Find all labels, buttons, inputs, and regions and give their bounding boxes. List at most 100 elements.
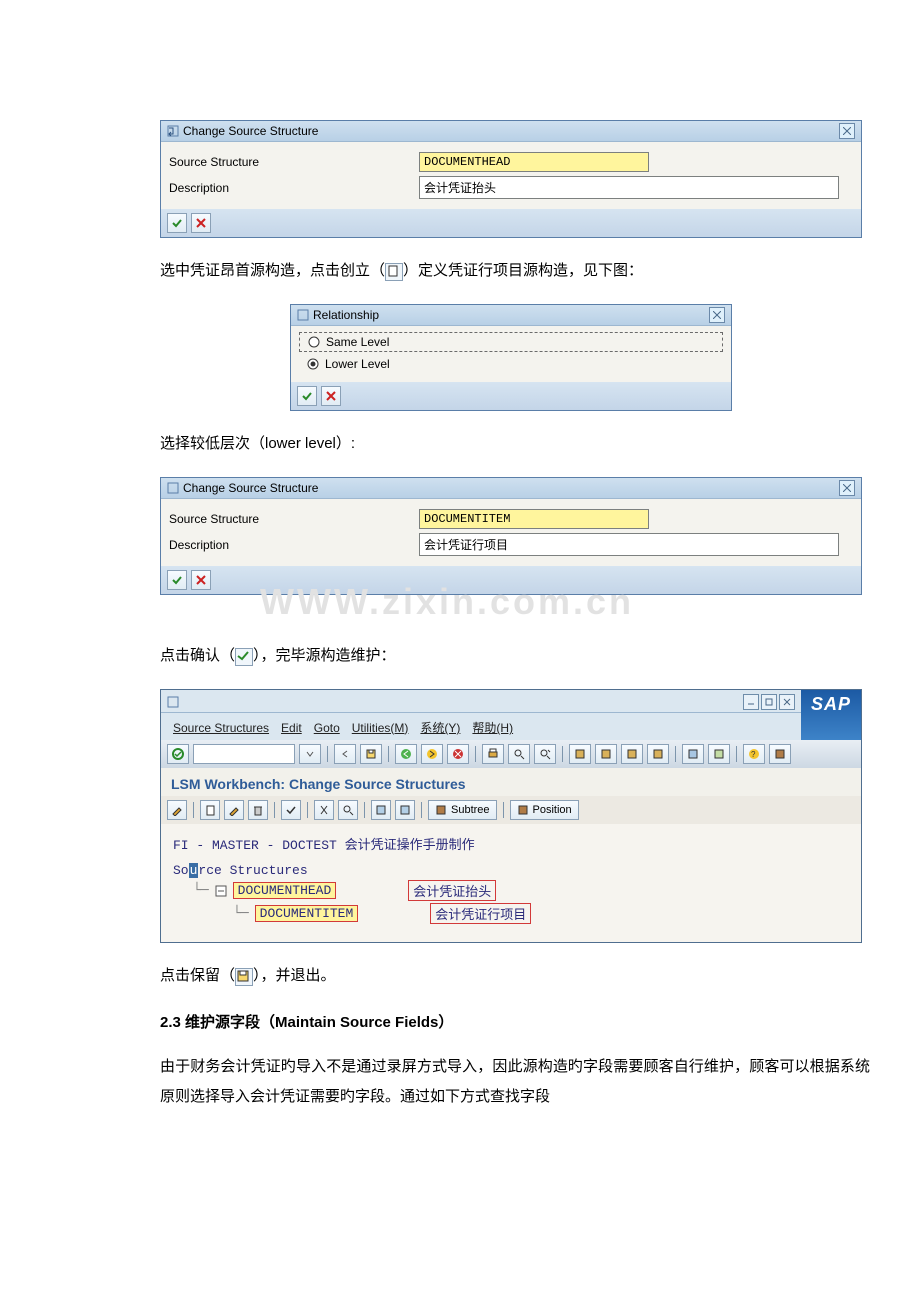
find-structures-button[interactable] — [338, 800, 358, 820]
command-field[interactable] — [193, 744, 295, 764]
dialog-titlebar: Change Source Structure — [161, 478, 861, 499]
close-icon[interactable] — [839, 123, 855, 139]
menu-utilities[interactable]: Utilities(M) — [346, 719, 415, 737]
back-green-icon[interactable] — [395, 744, 417, 764]
standard-toolbar: ? — [161, 740, 861, 768]
node-code: DOCUMENTHEAD — [233, 882, 337, 899]
change-source-structure-dialog-2: Change Source Structure Source Structure… — [160, 477, 862, 595]
instruction-paragraph-2: 选择较低层次（lower level）: — [160, 429, 870, 459]
check-button[interactable] — [281, 800, 301, 820]
cut-button[interactable] — [314, 800, 334, 820]
para3-before: 点击确认（ — [160, 647, 235, 664]
tree-node-documenthead[interactable]: └─ DOCUMENTHEAD 会计凭证抬头 — [193, 880, 849, 901]
next-page-icon[interactable] — [621, 744, 643, 764]
menu-edit[interactable]: Edit — [275, 719, 308, 737]
close-icon[interactable] — [709, 307, 725, 323]
find-icon[interactable] — [508, 744, 530, 764]
position-button[interactable]: Position — [510, 800, 579, 820]
instruction-paragraph-3: 点击确认（ ），完毕源构造维护： — [160, 641, 870, 671]
source-structure-label: Source Structure — [169, 512, 419, 526]
dialog-title: Relationship — [313, 308, 709, 322]
minimize-icon[interactable] — [743, 694, 759, 710]
tree-line-icon: └─ — [233, 906, 249, 921]
cancel-icon[interactable] — [447, 744, 469, 764]
tree-line-icon: └─ — [193, 883, 209, 898]
enter-icon — [167, 125, 179, 137]
dialog-footer — [161, 209, 861, 237]
description-input[interactable]: 会计凭证行项目 — [419, 533, 839, 556]
save-icon — [235, 968, 253, 986]
cancel-button[interactable] — [191, 570, 211, 590]
menu-help[interactable]: 帮助(H) — [466, 717, 519, 738]
dropdown-icon[interactable] — [299, 744, 321, 764]
help-icon[interactable]: ? — [743, 744, 765, 764]
relationship-dialog: Relationship Same Level Lower Level — [290, 304, 732, 411]
source-structure-input[interactable]: DOCUMENTITEM — [419, 509, 649, 529]
create-icon — [385, 263, 403, 281]
enter-icon — [167, 482, 179, 494]
menu-goto[interactable]: Goto — [308, 719, 346, 737]
check-icon — [235, 648, 253, 666]
enter-button[interactable] — [167, 744, 189, 764]
dialog-footer — [291, 382, 731, 410]
breadcrumb-line: FI - MASTER - DOCTEST 会计凭证操作手册制作 — [173, 834, 849, 853]
dialog-titlebar: Change Source Structure — [161, 121, 861, 142]
instruction-paragraph-1: 选中凭证昂首源构造，点击创立（ ）定义凭证行项目源构造，见下图： — [160, 256, 870, 286]
collapse-button[interactable] — [395, 800, 415, 820]
shortcut-icon[interactable] — [708, 744, 730, 764]
back-icon[interactable] — [334, 744, 356, 764]
para1-before: 选中凭证昂首源构造，点击创立（ — [160, 262, 385, 279]
dialog-title: Change Source Structure — [183, 124, 839, 138]
expand-minus-icon[interactable] — [215, 885, 227, 897]
application-toolbar: Subtree Position — [161, 796, 861, 824]
prev-page-icon[interactable] — [595, 744, 617, 764]
window-header-row: Source Structures Edit Goto Utilities(M)… — [161, 690, 861, 740]
node-desc: 会计凭证抬头 — [408, 880, 496, 901]
menu-system[interactable]: 系统(Y) — [414, 717, 466, 738]
window-body: FI - MASTER - DOCTEST 会计凭证操作手册制作 Source … — [161, 824, 861, 942]
lower-level-option[interactable]: Lower Level — [299, 355, 723, 373]
confirm-button[interactable] — [167, 570, 187, 590]
print-icon[interactable] — [482, 744, 504, 764]
para4-after: ），并退出。 — [253, 967, 336, 984]
source-structure-input[interactable]: DOCUMENTHEAD — [419, 152, 649, 172]
menu-source-structures[interactable]: Source Structures — [167, 719, 275, 737]
create-button[interactable] — [200, 800, 220, 820]
dialog-body: Source Structure DOCUMENTITEM Descriptio… — [161, 499, 861, 566]
para3-after: ），完毕源构造维护： — [253, 647, 396, 664]
window-title: LSM Workbench: Change Source Structures — [161, 768, 861, 796]
same-level-label: Same Level — [326, 335, 389, 349]
same-level-option[interactable]: Same Level — [299, 332, 723, 352]
find-next-icon[interactable] — [534, 744, 556, 764]
source-structure-label: Source Structure — [169, 155, 419, 169]
dialog-title: Change Source Structure — [183, 481, 839, 495]
subtree-button[interactable]: Subtree — [428, 800, 497, 820]
sap-logo: SAP — [801, 690, 861, 740]
exit-icon[interactable] — [421, 744, 443, 764]
menu-area: Source Structures Edit Goto Utilities(M)… — [161, 690, 801, 740]
cancel-button[interactable] — [321, 386, 341, 406]
tree-node-documentitem[interactable]: └─ DOCUMENTITEM 会计凭证行项目 — [233, 903, 849, 924]
close-icon[interactable] — [839, 480, 855, 496]
section-heading-2-3: 2.3 维护源字段（Maintain Source Fields） — [160, 1011, 870, 1032]
node-desc: 会计凭证行项目 — [430, 903, 531, 924]
enter-icon — [167, 696, 179, 708]
cancel-button[interactable] — [191, 213, 211, 233]
change-button[interactable] — [224, 800, 244, 820]
layout-icon[interactable] — [769, 744, 791, 764]
first-page-icon[interactable] — [569, 744, 591, 764]
close-icon[interactable] — [779, 694, 795, 710]
para1-after: ）定义凭证行项目源构造，见下图： — [403, 262, 643, 279]
expand-button[interactable] — [371, 800, 391, 820]
last-page-icon[interactable] — [647, 744, 669, 764]
delete-button[interactable] — [248, 800, 268, 820]
confirm-button[interactable] — [297, 386, 317, 406]
confirm-button[interactable] — [167, 213, 187, 233]
description-input[interactable]: 会计凭证抬头 — [419, 176, 839, 199]
restore-icon[interactable] — [761, 694, 777, 710]
change-source-structure-dialog-1: Change Source Structure Source Structure… — [160, 120, 862, 238]
save-button[interactable] — [360, 744, 382, 764]
display-change-button[interactable] — [167, 800, 187, 820]
new-session-icon[interactable] — [682, 744, 704, 764]
description-label: Description — [169, 538, 419, 552]
